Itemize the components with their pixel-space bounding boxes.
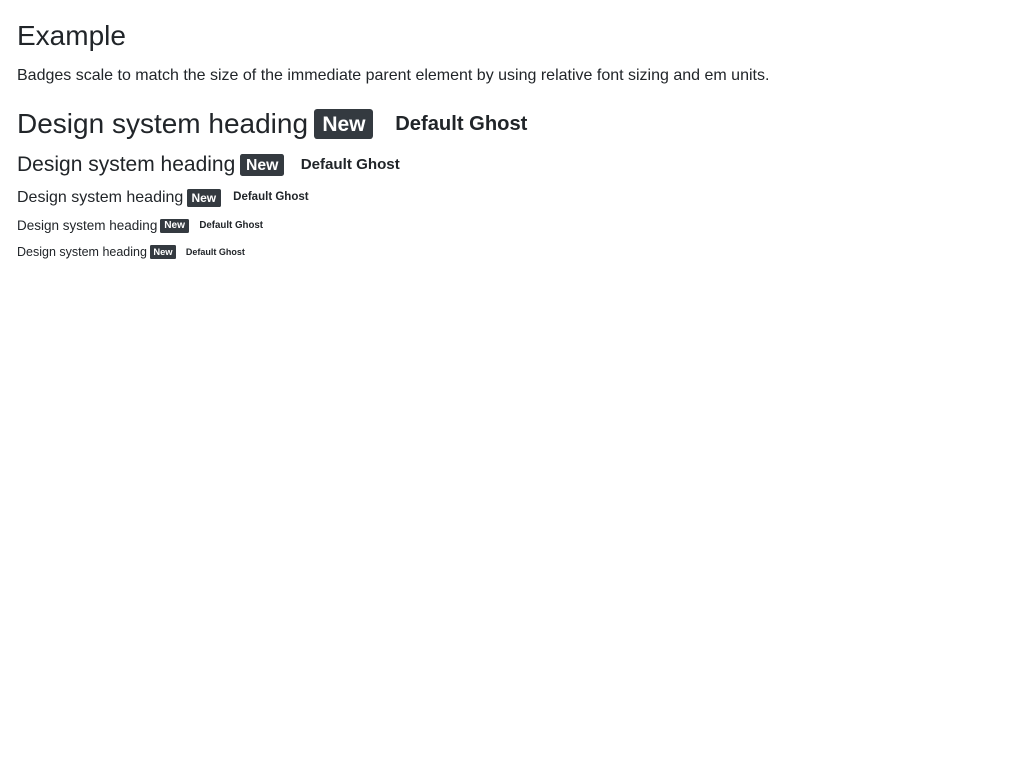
example-title: Example bbox=[17, 20, 126, 51]
heading-level-4: Design system heading New Default Ghost bbox=[17, 217, 267, 235]
default-ghost-badge: Default Ghost bbox=[300, 156, 400, 174]
default-ghost-badge: Default Ghost bbox=[199, 220, 264, 232]
default-ghost-badge: Default Ghost bbox=[185, 246, 245, 257]
heading-level-2: Design system heading New Default Ghost bbox=[17, 153, 405, 177]
heading-level-3: Design system heading New Default Ghost bbox=[17, 188, 313, 208]
new-badge: New bbox=[160, 218, 189, 234]
default-ghost-badge: Default Ghost bbox=[233, 191, 309, 204]
new-badge: New bbox=[149, 245, 177, 259]
new-badge: New bbox=[314, 108, 374, 140]
heading-text: Design system heading bbox=[17, 153, 236, 176]
example-description: Badges scale to match the size of the im… bbox=[17, 67, 770, 84]
heading-level-1: Design system heading New Default Ghost bbox=[17, 108, 535, 140]
new-badge: New bbox=[186, 189, 221, 207]
new-badge: New bbox=[240, 153, 285, 177]
heading-text: Design system heading bbox=[17, 108, 309, 139]
heading-text: Design system heading bbox=[17, 245, 147, 259]
heading-text: Design system heading bbox=[17, 218, 158, 233]
default-ghost-badge: Default Ghost bbox=[395, 112, 528, 135]
heading-text: Design system heading bbox=[17, 189, 184, 206]
page: Example Badges scale to match the size o… bbox=[0, 0, 1024, 259]
heading-level-5: Design system heading New Default Ghost bbox=[17, 244, 248, 260]
